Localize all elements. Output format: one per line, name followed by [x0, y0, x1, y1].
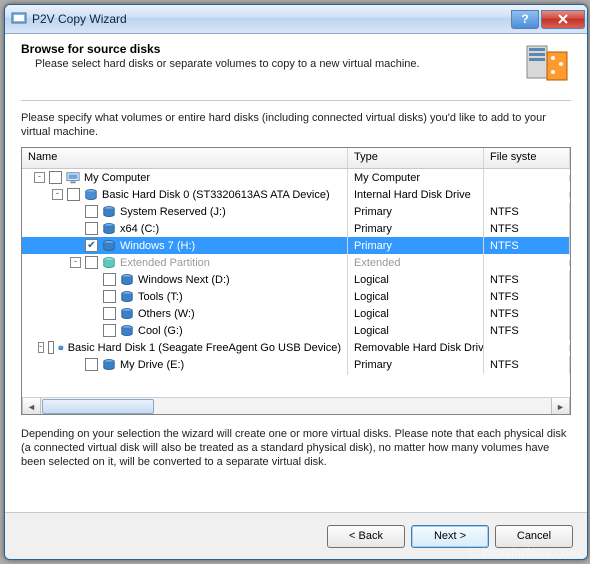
tree-row[interactable]: Others (W:) LogicalNTFS [22, 305, 570, 322]
row-type: Logical [348, 322, 484, 340]
col-type[interactable]: Type [348, 148, 484, 168]
row-label: Others (W:) [138, 308, 195, 320]
row-type: Internal Hard Disk Drive [348, 186, 484, 204]
checkbox[interactable]: ✔ [85, 239, 98, 252]
row-label: Windows Next (D:) [138, 274, 230, 286]
tree-row[interactable]: - Basic Hard Disk 1 (Seagate FreeAgent Go… [22, 339, 570, 356]
row-label: Extended Partition [120, 257, 210, 269]
scroll-left-icon[interactable]: ◄ [22, 398, 41, 415]
tree-row[interactable]: x64 (C:) PrimaryNTFS [22, 220, 570, 237]
row-fs [484, 345, 570, 351]
checkbox[interactable] [85, 222, 98, 235]
expand-toggle[interactable]: - [38, 342, 44, 353]
tree-row[interactable]: System Reserved (J:) PrimaryNTFS [22, 203, 570, 220]
checkbox[interactable] [103, 290, 116, 303]
checkbox[interactable] [103, 273, 116, 286]
disk-tree: Name Type File syste - My Computer My Comp… [21, 147, 571, 415]
tree-row[interactable]: ✔ Windows 7 (H:) PrimaryNTFS [22, 237, 570, 254]
row-fs: NTFS [484, 237, 570, 255]
row-fs [484, 175, 570, 181]
row-label: My Drive (E:) [120, 359, 184, 371]
row-type: My Computer [348, 169, 484, 187]
h-scrollbar[interactable]: ◄ ► [22, 397, 570, 415]
checkbox[interactable] [85, 358, 98, 371]
row-label: My Computer [84, 172, 150, 184]
help-button[interactable]: ? [511, 10, 539, 29]
row-type: Primary [348, 220, 484, 238]
divider [21, 100, 571, 101]
checkbox[interactable] [103, 324, 116, 337]
row-type: Primary [348, 203, 484, 221]
header: Browse for source disks Please select ha… [21, 42, 571, 90]
tree-row[interactable]: - Basic Hard Disk 0 (ST3320613AS ATA Devi… [22, 186, 570, 203]
app-icon [11, 11, 27, 27]
checkbox[interactable] [85, 256, 98, 269]
tree-row[interactable]: - Extended Partition Extended [22, 254, 570, 271]
row-label: Basic Hard Disk 0 (ST3320613AS ATA Devic… [102, 189, 330, 201]
expand-toggle[interactable]: - [52, 189, 63, 200]
tree-row[interactable]: My Drive (E:) PrimaryNTFS [22, 356, 570, 373]
scroll-thumb[interactable] [42, 399, 154, 414]
titlebar: P2V Copy Wizard ? [5, 5, 587, 34]
row-label: Windows 7 (H:) [120, 240, 195, 252]
content-area: Browse for source disks Please select ha… [5, 34, 587, 469]
row-label: x64 (C:) [120, 223, 159, 235]
row-label: System Reserved (J:) [120, 206, 226, 218]
column-headers: Name Type File syste [22, 148, 570, 169]
wizard-window: P2V Copy Wizard ? Browse for source disk… [4, 4, 588, 560]
checkbox[interactable] [103, 307, 116, 320]
row-fs: NTFS [484, 288, 570, 306]
row-fs [484, 260, 570, 266]
row-type: Primary [348, 356, 484, 374]
watermark: © intowindows.com [468, 545, 580, 560]
row-type: Primary [348, 237, 484, 255]
row-fs [484, 192, 570, 198]
header-subtitle: Please select hard disks or separate vol… [35, 58, 515, 70]
row-fs: NTFS [484, 203, 570, 221]
row-type: Logical [348, 271, 484, 289]
row-fs: NTFS [484, 322, 570, 340]
back-button[interactable]: < Back [327, 525, 405, 548]
checkbox[interactable] [49, 171, 62, 184]
checkbox[interactable] [67, 188, 80, 201]
close-button[interactable] [541, 10, 585, 29]
close-icon [558, 14, 568, 24]
row-label: Cool (G:) [138, 325, 183, 337]
row-fs: NTFS [484, 305, 570, 323]
expand-toggle[interactable]: - [34, 172, 45, 183]
row-fs: NTFS [484, 356, 570, 374]
tree-row[interactable]: Windows Next (D:) LogicalNTFS [22, 271, 570, 288]
row-type: Logical [348, 288, 484, 306]
scroll-right-icon[interactable]: ► [551, 398, 570, 415]
header-title: Browse for source disks [21, 42, 515, 56]
row-fs: NTFS [484, 271, 570, 289]
checkbox[interactable] [85, 205, 98, 218]
window-title: P2V Copy Wizard [32, 12, 509, 26]
instruction-text: Please specify what volumes or entire ha… [21, 111, 571, 139]
row-label: Tools (T:) [138, 291, 183, 303]
row-fs: NTFS [484, 220, 570, 238]
row-type: Extended [348, 254, 484, 272]
row-type: Logical [348, 305, 484, 323]
tree-row[interactable]: Cool (G:) LogicalNTFS [22, 322, 570, 339]
col-name[interactable]: Name [22, 148, 348, 168]
disk-browse-icon [523, 42, 571, 90]
tree-row[interactable]: Tools (T:) LogicalNTFS [22, 288, 570, 305]
checkbox[interactable] [48, 341, 55, 354]
footer-note: Depending on your selection the wizard w… [21, 427, 571, 469]
tree-row[interactable]: - My Computer My Computer [22, 169, 570, 186]
header-text: Browse for source disks Please select ha… [21, 42, 515, 70]
row-label: Basic Hard Disk 1 (Seagate FreeAgent Go … [68, 342, 341, 354]
col-filesystem[interactable]: File syste [484, 148, 570, 168]
row-type: Removable Hard Disk Drive [348, 339, 484, 357]
expand-toggle[interactable]: - [70, 257, 81, 268]
tree-body[interactable]: - My Computer My Computer - Basic Hard Disk … [22, 169, 570, 397]
